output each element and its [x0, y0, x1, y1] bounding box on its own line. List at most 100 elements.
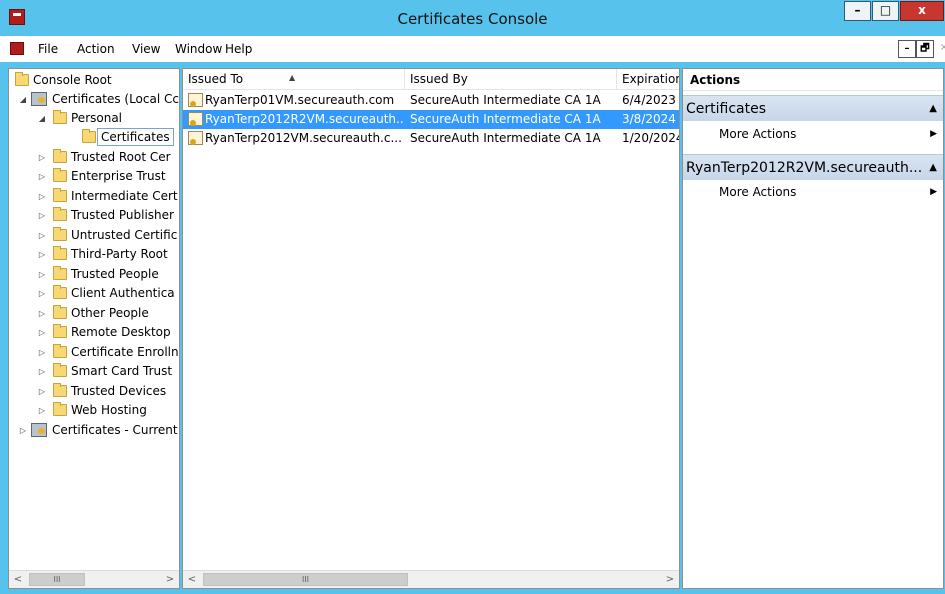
table-row-selected[interactable]: RyanTerp2012R2VM.secureauth... SecureAut… [183, 110, 679, 129]
action-more-actions[interactable]: More Actions ▶ [683, 123, 943, 145]
child-close-button[interactable]: × [935, 40, 945, 58]
scroll-left-icon[interactable]: < [9, 571, 27, 588]
scroll-right-icon[interactable]: > [661, 571, 679, 588]
tree-item-certificates[interactable]: Certificates [9, 128, 179, 147]
tree-item-certificates-current-user[interactable]: ▷ Certificates - Current [9, 421, 179, 440]
collapsed-arrow-icon[interactable]: ▷ [37, 284, 47, 303]
tree-item-console-root[interactable]: Console Root [9, 71, 179, 90]
cell-expiration: 1/20/2024 [622, 131, 679, 145]
collapse-arrow-icon[interactable]: ▲ [929, 155, 937, 181]
scroll-right-icon[interactable]: > [161, 571, 179, 588]
menu-file[interactable]: File [38, 36, 58, 62]
tree-item-label: Remote Desktop [71, 325, 171, 339]
list-horizontal-scrollbar[interactable]: < III > [183, 570, 679, 588]
column-issued-by[interactable]: Issued By [405, 69, 617, 90]
table-row[interactable]: RyanTerp2012VM.secureauth.c... SecureAut… [183, 129, 679, 148]
window-title: Certificates Console [397, 10, 548, 28]
menu-action[interactable]: Action [77, 36, 115, 62]
folder-icon [53, 168, 67, 182]
tree-item-trusted-root[interactable]: ▷ Trusted Root Cer [9, 148, 179, 167]
column-label: Issued To [188, 72, 244, 86]
cell-issued-by: SecureAuth Intermediate CA 1A [410, 93, 601, 107]
collapsed-arrow-icon[interactable]: ▷ [37, 167, 47, 186]
tree-item-label: Web Hosting [71, 403, 147, 417]
collapsed-arrow-icon[interactable]: ▷ [37, 187, 47, 206]
tree-item-remote-desktop[interactable]: ▷ Remote Desktop [9, 323, 179, 342]
cert-store-icon [31, 423, 47, 437]
collapse-arrow-icon[interactable]: ▲ [929, 96, 937, 122]
actions-header: Actions [683, 69, 943, 91]
tree-item-label: Certificate Enrolln [71, 345, 179, 359]
maximize-button[interactable]: □ [872, 1, 899, 21]
collapsed-arrow-icon[interactable]: ▷ [37, 245, 47, 264]
sort-ascending-icon: ▲ [289, 73, 296, 82]
folder-icon [53, 188, 67, 202]
folder-icon [53, 227, 67, 241]
column-label: Issued By [410, 72, 468, 86]
collapsed-arrow-icon[interactable]: ▷ [37, 206, 47, 225]
child-minimize-button[interactable]: – [898, 40, 916, 58]
collapsed-arrow-icon[interactable]: ▷ [37, 323, 47, 342]
minimize-button[interactable]: – [844, 1, 871, 21]
tree-item-client-auth[interactable]: ▷ Client Authentica [9, 284, 179, 303]
column-label: Expiration [622, 72, 680, 86]
folder-icon [82, 129, 96, 143]
tree-item-label: Third-Party Root [71, 247, 168, 261]
tree-item-third-party-root[interactable]: ▷ Third-Party Root [9, 245, 179, 264]
expanded-arrow-icon[interactable]: ◢ [18, 90, 28, 109]
folder-icon [53, 149, 67, 163]
actions-section-certificates[interactable]: Certificates ▲ [683, 95, 943, 121]
tree-item-smart-card[interactable]: ▷ Smart Card Trust [9, 362, 179, 381]
tree-item-other-people[interactable]: ▷ Other People [9, 304, 179, 323]
collapsed-arrow-icon[interactable]: ▷ [37, 401, 47, 420]
actions-section-selected-cert[interactable]: RyanTerp2012R2VM.secureauth... ▲ [683, 154, 943, 180]
collapsed-arrow-icon[interactable]: ▷ [37, 362, 47, 381]
tree-item-enterprise-trust[interactable]: ▷ Enterprise Trust [9, 167, 179, 186]
certificate-icon [188, 93, 203, 107]
title-bar[interactable]: Certificates Console – □ x [0, 0, 945, 36]
tree-item-web-hosting[interactable]: ▷ Web Hosting [9, 401, 179, 420]
tree-item-label: Trusted Publisher [71, 208, 174, 222]
child-restore-button[interactable]: 🗗 [916, 40, 934, 58]
scroll-left-icon[interactable]: < [183, 571, 201, 588]
actions-pane: Actions Certificates ▲ More Actions ▶ Ry… [682, 68, 944, 589]
collapsed-arrow-icon[interactable]: ▷ [37, 148, 47, 167]
collapsed-arrow-icon[interactable]: ▷ [37, 226, 47, 245]
collapsed-arrow-icon[interactable]: ▷ [37, 343, 47, 362]
tree-item-personal[interactable]: ◢ Personal [9, 109, 179, 128]
tree-item-trusted-people[interactable]: ▷ Trusted People [9, 265, 179, 284]
column-expiration[interactable]: Expiration [617, 69, 680, 90]
menu-view[interactable]: View [132, 36, 160, 62]
collapsed-arrow-icon[interactable]: ▷ [18, 421, 28, 440]
column-issued-to[interactable]: Issued To ▲ [183, 69, 405, 90]
expanded-arrow-icon[interactable]: ◢ [37, 109, 47, 128]
tree-item-intermediate[interactable]: ▷ Intermediate Cert [9, 187, 179, 206]
certificate-icon [188, 131, 203, 145]
close-button[interactable]: x [900, 1, 944, 21]
collapsed-arrow-icon[interactable]: ▷ [37, 382, 47, 401]
tree-item-label: Certificates (Local Cc [52, 92, 179, 106]
tree-item-trusted-publishers[interactable]: ▷ Trusted Publisher [9, 206, 179, 225]
cell-issued-to: RyanTerp2012VM.secureauth.c... [205, 131, 402, 145]
cell-issued-to: RyanTerp2012R2VM.secureauth... [205, 112, 403, 126]
scroll-thumb[interactable]: III [203, 573, 408, 586]
folder-icon [53, 110, 67, 124]
submenu-arrow-icon: ▶ [930, 187, 937, 197]
menu-help[interactable]: Help [225, 36, 252, 62]
cell-issued-by: SecureAuth Intermediate CA 1A [410, 131, 601, 145]
collapsed-arrow-icon[interactable]: ▷ [37, 265, 47, 284]
collapsed-arrow-icon[interactable]: ▷ [37, 304, 47, 323]
tree-horizontal-scrollbar[interactable]: < III > [9, 570, 179, 588]
tree-item-label: Certificates - Current [52, 423, 178, 437]
table-row[interactable]: RyanTerp01VM.secureauth.com SecureAuth I… [183, 91, 679, 110]
system-menu-icon[interactable] [10, 42, 24, 55]
tree-item-untrusted[interactable]: ▷ Untrusted Certific [9, 226, 179, 245]
action-more-actions[interactable]: More Actions ▶ [683, 181, 943, 203]
tree-item-cert-enrollment[interactable]: ▷ Certificate Enrolln [9, 343, 179, 362]
tree-item-label: Intermediate Cert [71, 189, 178, 203]
tree-item-trusted-devices[interactable]: ▷ Trusted Devices [9, 382, 179, 401]
scroll-thumb[interactable]: III [29, 573, 85, 586]
folder-icon [53, 207, 67, 221]
tree-item-certificates-local[interactable]: ◢ Certificates (Local Cc [9, 90, 179, 109]
menu-window[interactable]: Window [175, 36, 222, 62]
